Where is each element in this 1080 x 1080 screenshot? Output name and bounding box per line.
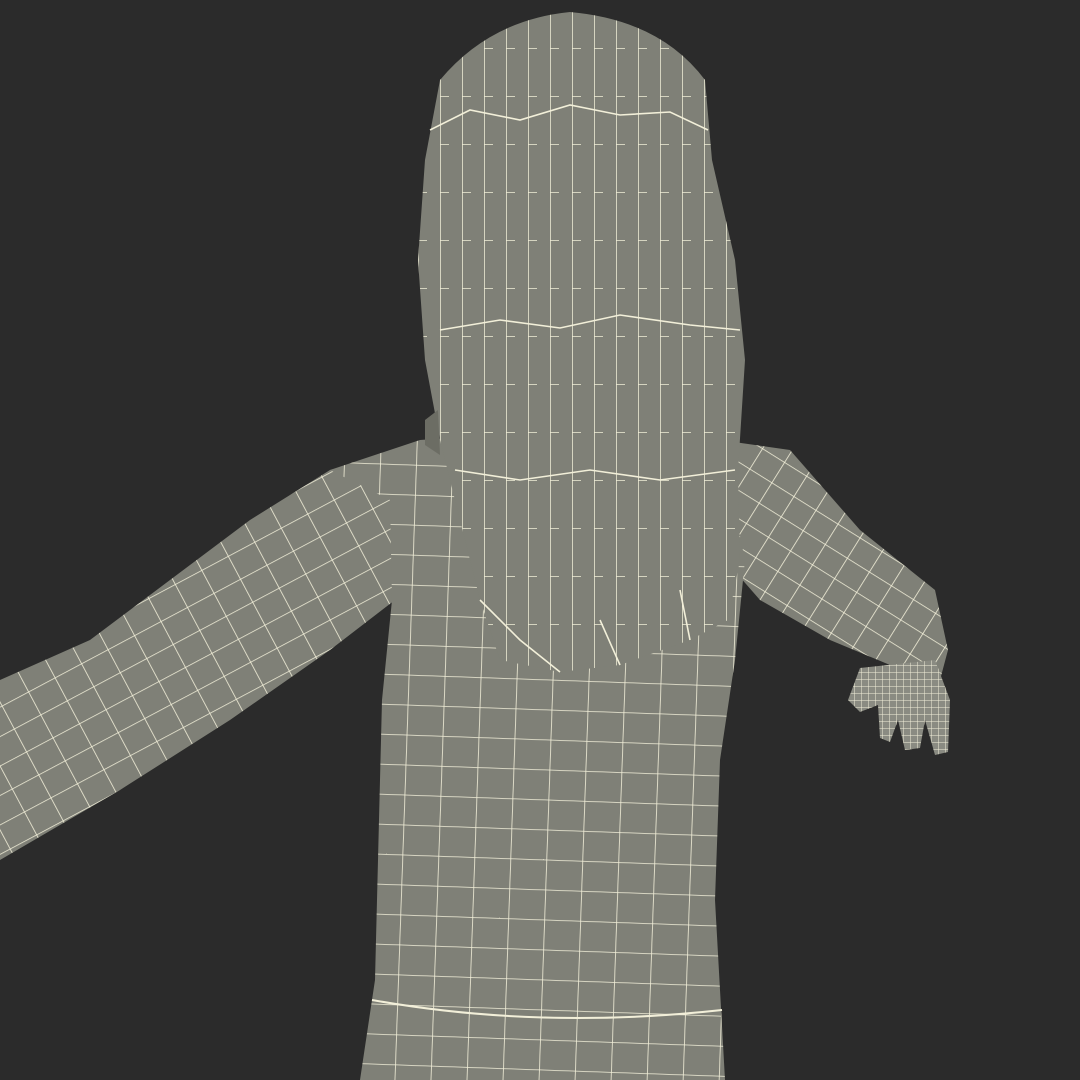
wireframe-render — [0, 0, 1080, 1080]
3d-viewport[interactable] — [0, 0, 1080, 1080]
